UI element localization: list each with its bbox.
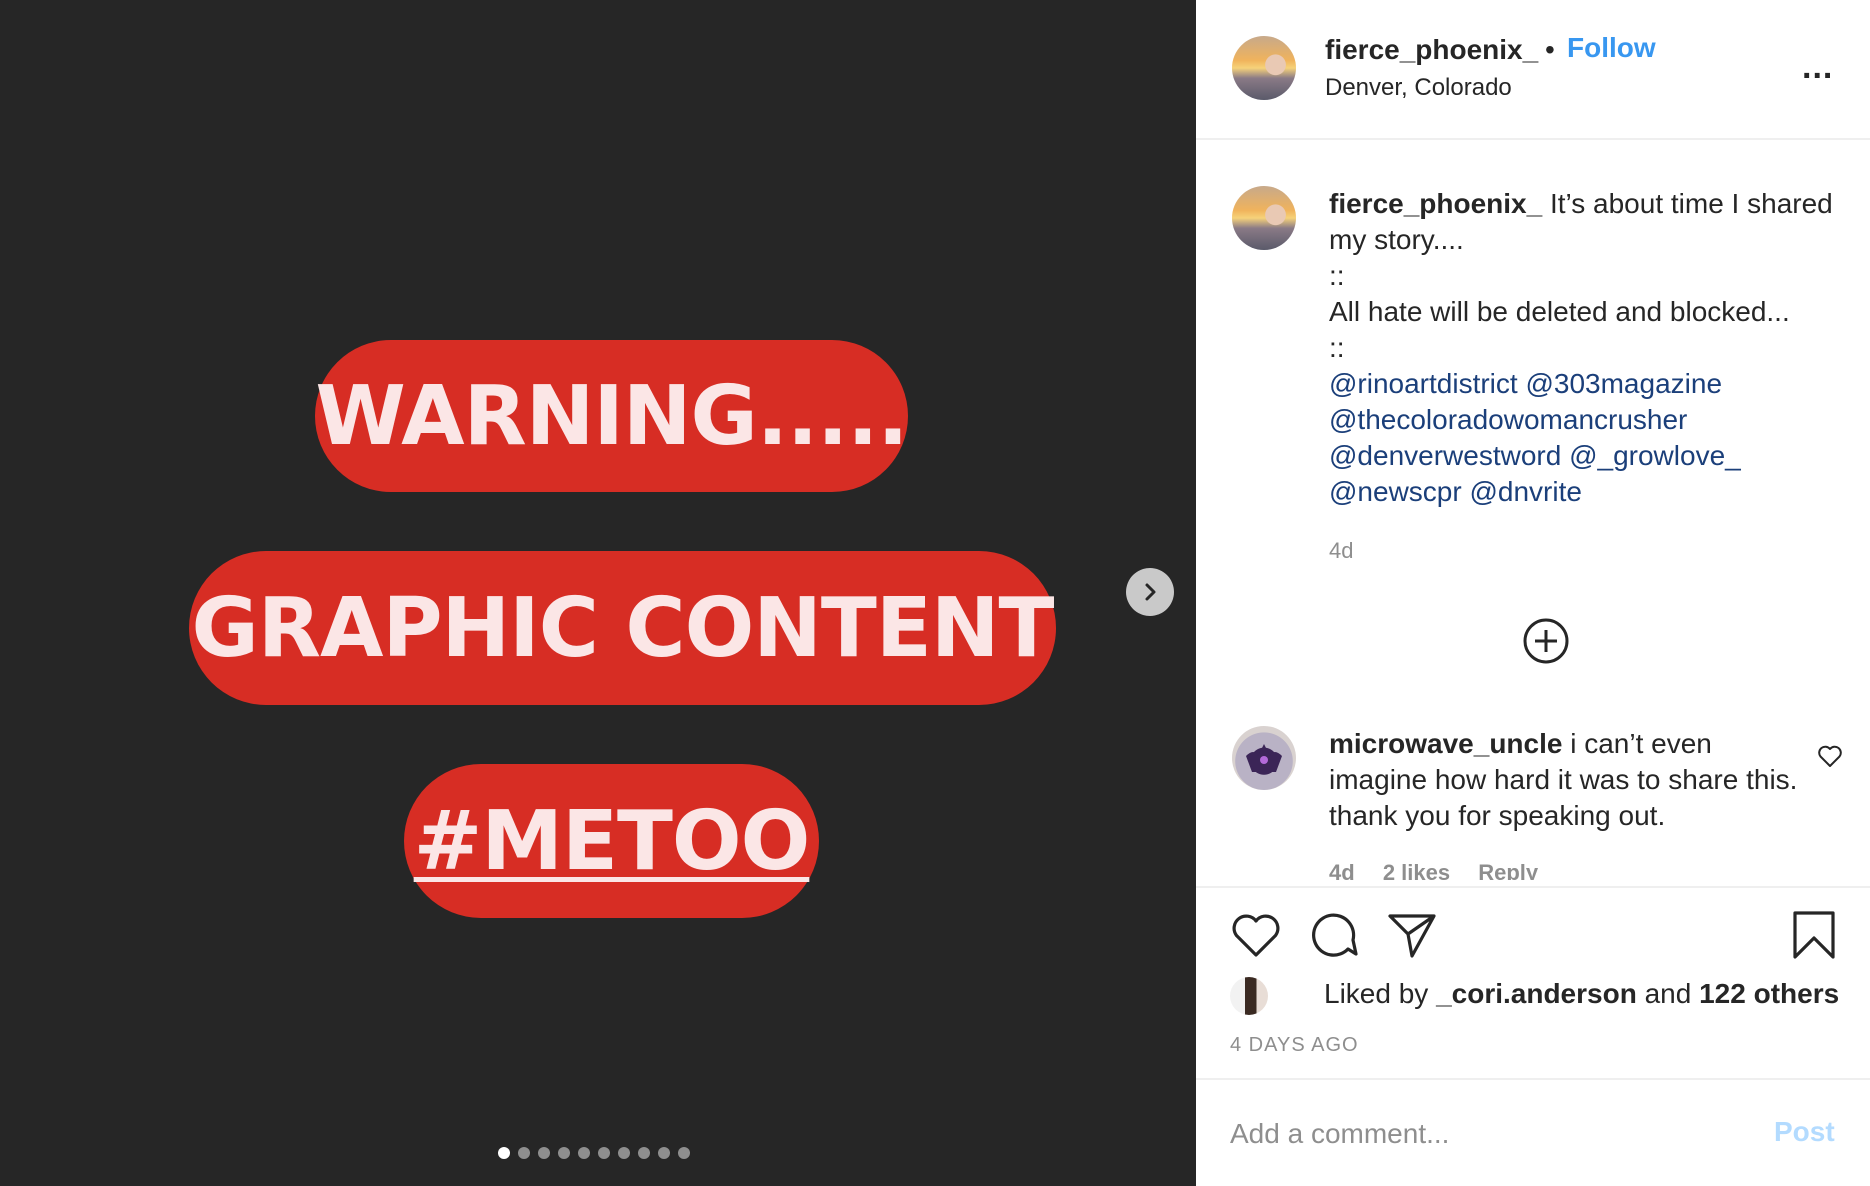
bookmark-icon[interactable] [1790, 910, 1838, 960]
caption-username[interactable]: fierce_phoenix_ [1329, 188, 1542, 219]
share-icon[interactable] [1386, 910, 1438, 960]
next-slide-button[interactable] [1126, 568, 1174, 616]
like-icon[interactable] [1230, 910, 1282, 960]
commenter-username[interactable]: microwave_uncle [1329, 728, 1562, 759]
load-more-comments-icon[interactable] [1523, 618, 1569, 664]
mention-link[interactable]: @303magazine [1525, 368, 1722, 399]
likes-connector: and [1644, 978, 1692, 1009]
composer-divider [1196, 1078, 1870, 1080]
carousel-dot [538, 1147, 550, 1159]
post-sidebar: fierce_phoenix_ • Follow Denver, Colorad… [1196, 0, 1870, 1186]
carousel-indicator [498, 1147, 690, 1159]
comment-like-icon[interactable] [1816, 742, 1844, 770]
follow-button[interactable]: Follow [1567, 32, 1656, 64]
commenter-avatar[interactable] [1232, 726, 1296, 790]
metoo-banner-text: #METOO [413, 793, 811, 889]
post-date[interactable]: 4 DAYS AGO [1230, 1034, 1359, 1057]
header-separator: • [1545, 34, 1555, 65]
mention-link[interactable]: @thecoloradowomancrusher [1329, 404, 1687, 435]
comment-meta: 4d 2 likes Reply [1329, 860, 1560, 880]
more-options-button[interactable]: ... [1802, 50, 1833, 84]
caption-separator-2: :: [1329, 332, 1345, 363]
actions-divider [1196, 886, 1870, 888]
mention-link[interactable]: @rinoartdistrict [1329, 368, 1518, 399]
post-media[interactable]: WARNING..... GRAPHIC CONTENT #METOO [0, 0, 1196, 1186]
header-divider [1196, 138, 1870, 140]
graphic-content-banner: GRAPHIC CONTENT [189, 551, 1056, 705]
caption-timestamp[interactable]: 4d [1329, 538, 1353, 564]
post-caption: fierce_phoenix_ It’s about time I shared… [1329, 186, 1849, 510]
mention-link[interactable]: @dnvrite [1469, 476, 1581, 507]
mention-link[interactable]: @_growlove_ [1569, 440, 1741, 471]
warning-banner: WARNING..... [315, 340, 909, 492]
carousel-dot [558, 1147, 570, 1159]
comment-body: microwave_uncle i can’t even imagine how… [1329, 726, 1799, 834]
caption-avatar[interactable] [1232, 186, 1296, 250]
liker-username[interactable]: _cori.anderson [1436, 978, 1637, 1009]
comment-icon[interactable] [1308, 910, 1360, 960]
carousel-dot [658, 1147, 670, 1159]
graphic-content-banner-text: GRAPHIC CONTENT [191, 580, 1055, 676]
carousel-dot [578, 1147, 590, 1159]
chevron-right-icon [1145, 583, 1156, 601]
carousel-dot [638, 1147, 650, 1159]
carousel-dot [598, 1147, 610, 1159]
mention-link[interactable]: @denverwestword [1329, 440, 1561, 471]
author-username[interactable]: fierce_phoenix_ [1325, 34, 1538, 66]
carousel-dot [518, 1147, 530, 1159]
caption-separator-1: :: [1329, 260, 1345, 291]
author-avatar[interactable] [1232, 36, 1296, 100]
carousel-dot [618, 1147, 630, 1159]
likes-others-link[interactable]: 122 others [1699, 978, 1839, 1009]
add-comment-input[interactable] [1230, 1112, 1750, 1156]
mention-link[interactable]: @newscpr [1329, 476, 1462, 507]
comment-likes[interactable]: 2 likes [1383, 860, 1450, 880]
comment-time[interactable]: 4d [1329, 860, 1355, 880]
carousel-dot [678, 1147, 690, 1159]
post-comment-button[interactable]: Post [1774, 1116, 1835, 1148]
post-location[interactable]: Denver, Colorado [1325, 74, 1512, 102]
likes-prefix: Liked by [1324, 978, 1429, 1009]
bat-figure-icon [1246, 744, 1282, 772]
carousel-dot [498, 1147, 510, 1159]
liker-avatar[interactable] [1230, 977, 1268, 1015]
metoo-banner: #METOO [404, 764, 819, 918]
caption-line-2: All hate will be deleted and blocked... [1329, 296, 1790, 327]
likes-summary: Liked by _cori.anderson and 122 others [1324, 978, 1839, 1010]
warning-banner-text: WARNING..... [315, 368, 908, 464]
reply-button[interactable]: Reply [1478, 860, 1538, 880]
